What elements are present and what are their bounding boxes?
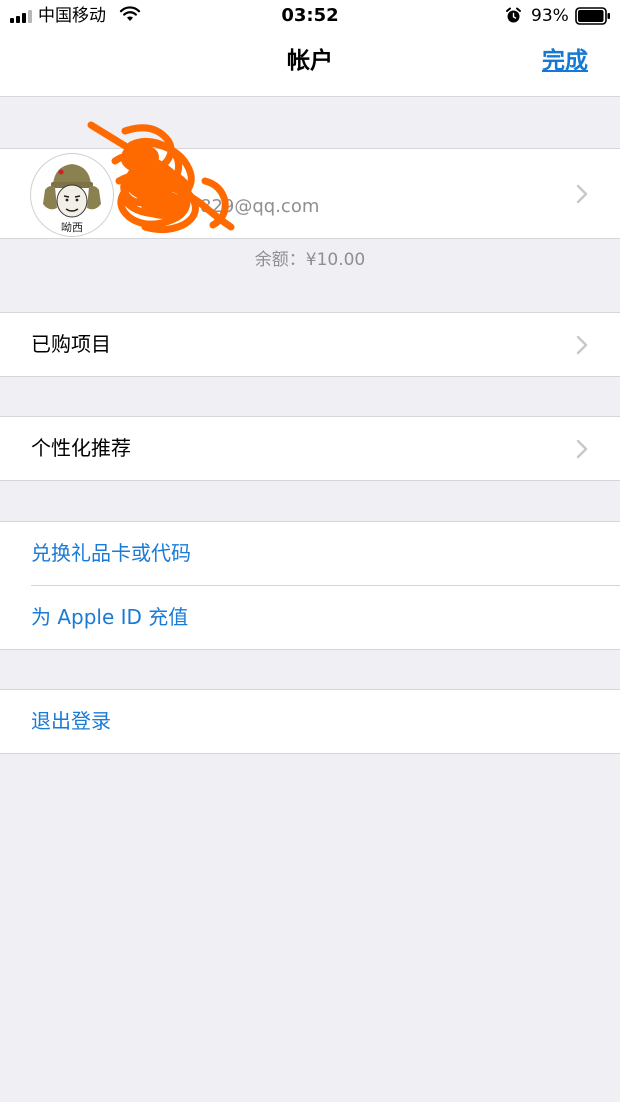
sign-out-link[interactable]: 退出登录 bbox=[31, 690, 111, 753]
redaction-scribble bbox=[87, 121, 235, 234]
sign-out-cell[interactable]: 退出登录 bbox=[0, 690, 620, 753]
account-cell[interactable]: 呦西 829@qq.com bbox=[0, 121, 620, 238]
alarm-icon bbox=[506, 7, 521, 23]
redeem-link[interactable]: 兑换礼品卡或代码 bbox=[31, 522, 191, 585]
sign-out-group: 退出登录 bbox=[0, 689, 620, 754]
purchased-label: 已购项目 bbox=[31, 332, 111, 356]
add-funds-link[interactable]: 为 Apple ID 充值 bbox=[31, 586, 188, 649]
chevron-right-icon bbox=[576, 439, 588, 459]
done-button[interactable]: 完成 bbox=[542, 46, 588, 76]
screen: 中国移动 03:52 93% 帐户 完成 呦西 829@qq.com 余额：¥1… bbox=[0, 0, 620, 1102]
battery-percentage: 93% bbox=[531, 6, 569, 26]
balance-label: 余额：¥10.00 bbox=[254, 250, 366, 270]
purchased-group: 已购项目 bbox=[0, 312, 620, 377]
battery-icon bbox=[575, 7, 610, 25]
svg-text:呦西: 呦西 bbox=[61, 220, 83, 234]
personalized-label: 个性化推荐 bbox=[31, 436, 131, 460]
purchased-cell[interactable]: 已购项目 bbox=[0, 313, 620, 376]
funds-group: 兑换礼品卡或代码 为 Apple ID 充值 bbox=[0, 521, 620, 650]
chevron-right-icon bbox=[576, 184, 588, 204]
redeem-cell[interactable]: 兑换礼品卡或代码 bbox=[0, 522, 620, 585]
page-title: 帐户 bbox=[287, 48, 333, 74]
personalized-cell[interactable]: 个性化推荐 bbox=[0, 417, 620, 480]
personalized-group: 个性化推荐 bbox=[0, 416, 620, 481]
account-group: 呦西 829@qq.com bbox=[0, 121, 620, 239]
add-funds-cell[interactable]: 为 Apple ID 充值 bbox=[0, 586, 620, 649]
status-bar: 中国移动 03:52 93% bbox=[0, 0, 620, 32]
top-bar: 中国移动 03:52 93% 帐户 完成 bbox=[0, 0, 620, 97]
clock: 03:52 bbox=[281, 5, 339, 26]
chevron-right-icon bbox=[576, 335, 588, 355]
